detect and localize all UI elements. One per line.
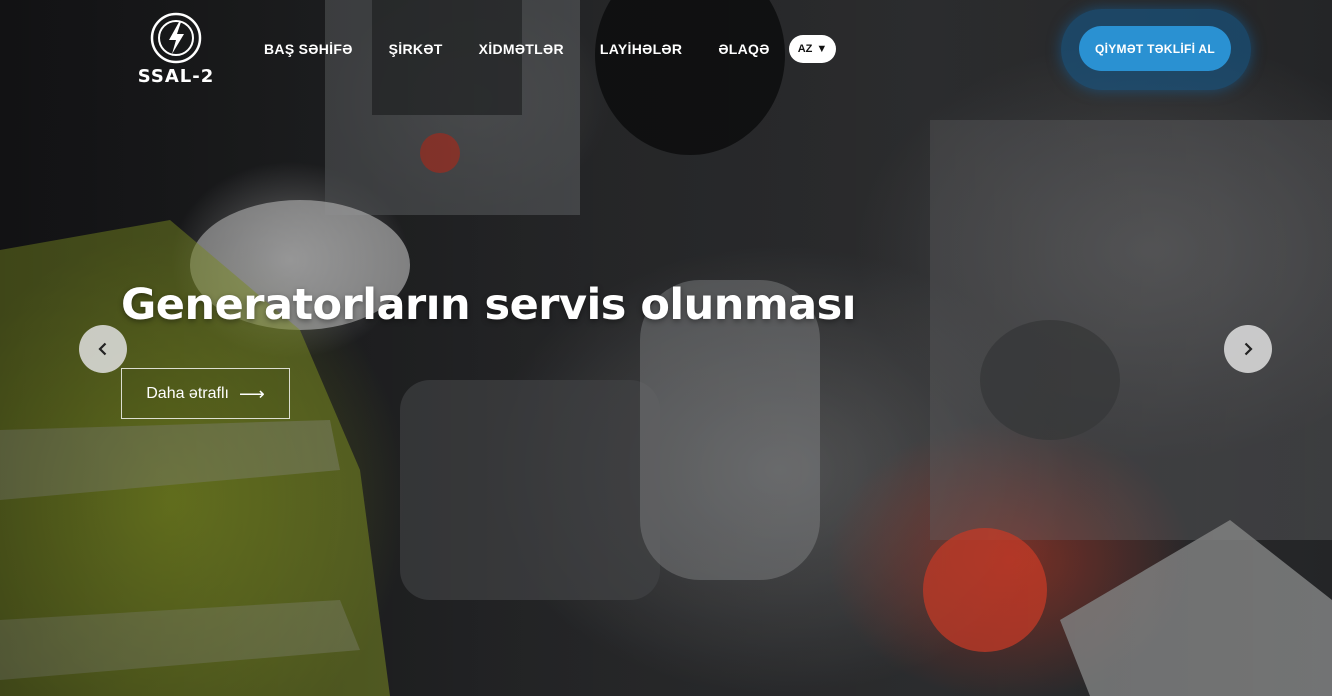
learn-more-label: Daha ətraflı bbox=[146, 384, 229, 402]
chevron-left-icon bbox=[98, 342, 107, 356]
nav-item-services[interactable]: XİDMƏTLƏR bbox=[479, 40, 564, 58]
nav-item-contact[interactable]: ƏLAQƏ bbox=[718, 40, 769, 58]
nav-item-company[interactable]: ŞİRKƏT bbox=[389, 40, 443, 58]
arrow-right-icon: ⟶ bbox=[238, 383, 265, 404]
caret-down-icon: ▼ bbox=[816, 43, 828, 55]
hero-title: Generatorların servis olunması bbox=[121, 280, 857, 330]
chevron-right-icon bbox=[1244, 342, 1253, 356]
language-label: AZ bbox=[797, 43, 813, 55]
nav-item-home[interactable]: BAŞ SƏHİFƏ bbox=[264, 40, 353, 58]
hero-slider: SSAL-2 BAŞ SƏHİFƏ ŞİRKƏT XİDMƏTLƏR LAYİH… bbox=[0, 0, 1332, 696]
main-nav: BAŞ SƏHİFƏ ŞİRKƏT XİDMƏTLƏR LAYİHƏLƏR ƏL… bbox=[264, 40, 806, 58]
learn-more-button[interactable]: Daha ətraflı ⟶ bbox=[121, 368, 290, 419]
brand-name: SSAL-2 bbox=[137, 66, 215, 87]
hero-overlay bbox=[0, 0, 1332, 696]
slider-prev-button[interactable] bbox=[79, 325, 127, 373]
nav-item-projects[interactable]: LAYİHƏLƏR bbox=[600, 40, 682, 58]
get-quote-button[interactable]: QİYMƏT TƏKLİFİ AL bbox=[1079, 26, 1231, 71]
brand-logo[interactable]: SSAL-2 bbox=[120, 12, 232, 88]
language-selector[interactable]: AZ ▼ bbox=[789, 35, 836, 63]
lightning-logo-icon bbox=[150, 12, 202, 64]
slider-next-button[interactable] bbox=[1224, 325, 1272, 373]
